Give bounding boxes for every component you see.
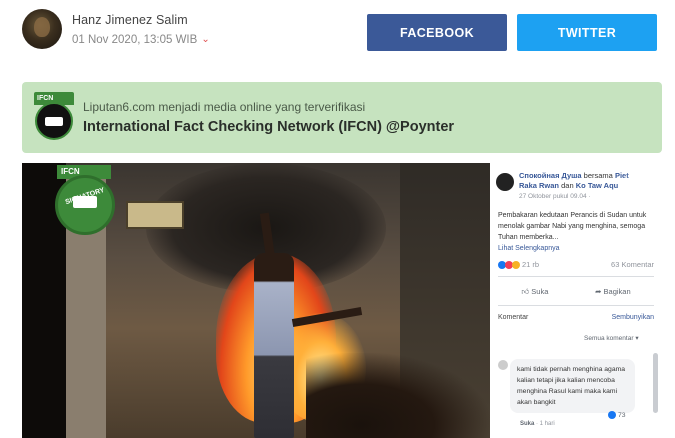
fb-comment-count: 63 Komentar (611, 260, 654, 269)
fb-divider (498, 276, 654, 277)
fb-comment-like: Suka (520, 421, 535, 427)
fb-comment-header: Komentar Sembunyikan (498, 314, 654, 321)
chevron-down-icon[interactable]: ⌄ (201, 34, 209, 45)
caret-down-icon: ▾ (635, 335, 639, 342)
fb-comment-time: · 1 hari (536, 421, 555, 427)
fb-comment-reactions: 73 (608, 411, 626, 419)
author-block: Hanz Jimenez Salim 01 Nov 2020, 13:05 WI… (22, 9, 210, 49)
comment-like-icon (608, 411, 616, 419)
fb-tagged-2: Ko Taw Aqu (575, 181, 619, 190)
ifcn-signatory-watermark-icon: IFCN SIGNATORY (55, 165, 115, 237)
video-embed[interactable]: IFCN SIGNATORY Спокойная Душа bersama Pi… (22, 163, 662, 438)
share-twitter-button[interactable]: TWITTER (517, 14, 657, 51)
fb-post-avatar (496, 173, 514, 191)
banner-title[interactable]: International Fact Checking Network (IFC… (83, 119, 454, 135)
fb-all-comments: Semua komentar ▾ (584, 334, 639, 342)
author-avatar[interactable] (22, 9, 62, 49)
ifcn-verification-banner[interactable]: IFCN Liputan6.com menjadi media online y… (22, 82, 662, 153)
fb-divider-2 (498, 305, 654, 306)
scene-crowd (306, 353, 490, 438)
fb-post-time: 27 Oktober pukul 09.04 · (519, 193, 591, 200)
fb-share-label: Bagikan (603, 287, 631, 296)
fb-reaction-count: 21 rb (522, 260, 540, 269)
fb-comment-bubble: kami tidak pernah menghina agama kalian … (510, 359, 635, 413)
fb-post-author-line: Спокойная Душа bersama Piet Raka Rwan da… (519, 171, 629, 191)
haha-reaction-icon (512, 260, 520, 269)
thumbs-up-icon: 👍︎ (521, 287, 530, 296)
banner-subtitle: Liputan6.com menjadi media online yang t… (83, 100, 366, 114)
fb-share-action: ➦ Bagikan (595, 287, 631, 297)
ifcn-badge-icon: IFCN (34, 92, 74, 140)
fb-reactions: 21 rb (498, 260, 539, 269)
author-meta: Hanz Jimenez Salim 01 Nov 2020, 13:05 WI… (72, 9, 210, 46)
fb-post-author: Спокойная Душа (519, 171, 582, 180)
fb-hide-link: Sembunyikan (611, 314, 654, 321)
publish-date-text: 01 Nov 2020, 13:05 WIB (72, 34, 198, 46)
expand-plus-icon[interactable]: + (624, 167, 656, 199)
fb-comment-meta: Suka · 1 hari (520, 421, 555, 427)
fb-comment-reaction-count: 73 (618, 411, 626, 419)
fb-post-body: Pembakaran kedutaan Perancis di Sudan un… (498, 212, 647, 241)
ifcn-seal (35, 102, 73, 140)
fb-scrollbar (653, 353, 658, 413)
fb-reaction-row: 21 rb 63 Komentar (498, 260, 654, 269)
scene-sign (126, 201, 184, 229)
share-arrow-icon: ➦ (595, 287, 602, 296)
fb-see-more: Lihat Selengkapnya (498, 245, 560, 252)
fb-post-text: Pembakaran kedutaan Perancis di Sudan un… (498, 210, 654, 254)
fb-commenter-avatar (498, 360, 508, 370)
video-scene-image (66, 163, 490, 438)
fb-and-word: dan (561, 181, 574, 190)
fb-all-comments-label: Semua komentar (584, 335, 634, 342)
fb-comment-heading: Komentar (498, 314, 529, 321)
publish-date: 01 Nov 2020, 13:05 WIB ⌄ (72, 34, 210, 47)
fb-like-label: Suka (531, 287, 549, 296)
fb-action-row: 👍︎ Suka ➦ Bagikan (498, 287, 654, 297)
fb-with-word: bersama (583, 171, 613, 180)
fb-like-action: 👍︎ Suka (521, 287, 548, 297)
author-name[interactable]: Hanz Jimenez Salim (72, 13, 210, 27)
facebook-post-panel: Спокойная Душа bersama Piet Raka Rwan da… (490, 163, 662, 438)
share-facebook-button[interactable]: FACEBOOK (367, 14, 507, 51)
scene-person (254, 253, 294, 438)
